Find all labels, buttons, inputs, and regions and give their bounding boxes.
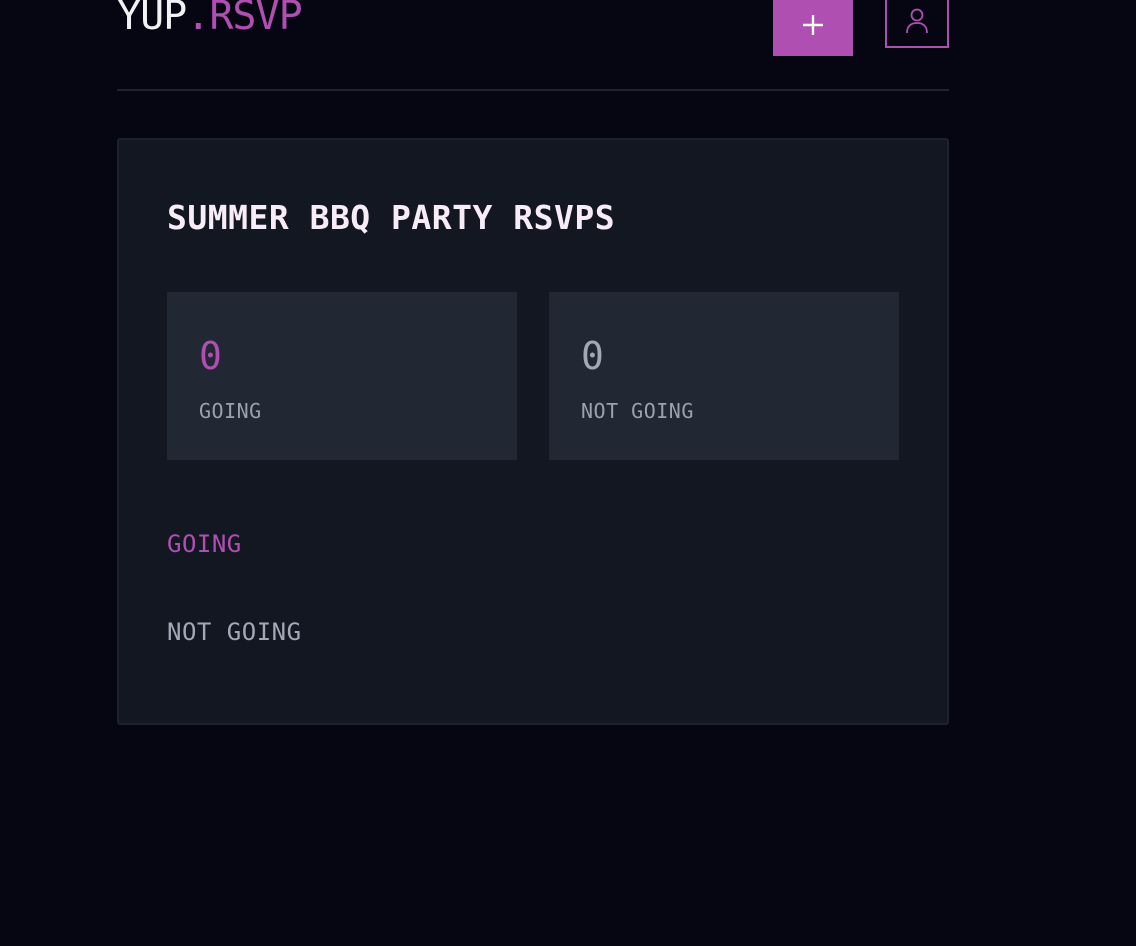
going-section-heading: GOING <box>167 530 242 558</box>
event-title: SUMMER BBQ PARTY RSVPS <box>167 198 616 237</box>
rsvp-card: SUMMER BBQ PARTY RSVPS 0 GOING 0 NOT GOI… <box>117 138 949 725</box>
logo-dot: . <box>186 0 210 39</box>
account-button[interactable] <box>885 0 949 48</box>
user-icon <box>905 7 929 38</box>
going-stat: 0 GOING <box>167 292 517 460</box>
going-stat-label: GOING <box>199 399 262 423</box>
not-going-stat: 0 NOT GOING <box>549 292 899 460</box>
not-going-stat-label: NOT GOING <box>581 399 694 423</box>
logo-main-text: YUP <box>117 0 187 39</box>
app-logo[interactable]: YUP.RSVP <box>117 0 303 39</box>
going-count: 0 <box>199 334 222 378</box>
app-header: YUP.RSVP <box>117 0 949 91</box>
plus-icon <box>802 15 824 36</box>
not-going-section-heading: NOT GOING <box>167 618 302 646</box>
logo-accent-text: RSVP <box>209 0 302 39</box>
new-event-button[interactable] <box>773 0 853 56</box>
not-going-count: 0 <box>581 334 604 378</box>
